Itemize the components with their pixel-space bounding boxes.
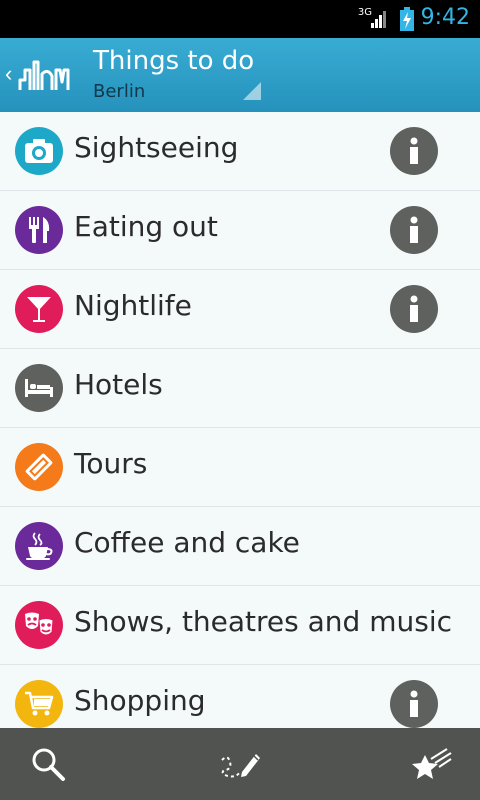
list-item-shows-theatres-music[interactable]: Shows, theatres and music [0, 586, 480, 665]
network-type: 3G [357, 7, 372, 18]
search-icon [32, 748, 65, 781]
bed-icon [15, 364, 63, 412]
shopping-cart-icon [15, 680, 63, 728]
info-button[interactable] [390, 206, 438, 254]
category-list: Sightseeing Eating out Nightlife Hotels … [0, 112, 480, 728]
list-item-label: Shopping [74, 684, 206, 717]
home-up-button[interactable]: ‹ [0, 38, 80, 112]
list-item-label: Sightseeing [74, 131, 239, 164]
favorites-stars-icon [412, 748, 452, 779]
info-icon [410, 690, 418, 717]
favorites-button[interactable] [410, 742, 454, 786]
search-button[interactable] [26, 742, 70, 786]
city-selector[interactable]: Things to do Berlin [86, 38, 266, 112]
city-subtitle: Berlin [93, 81, 146, 102]
list-item-tours[interactable]: Tours [0, 428, 480, 507]
route-planner-button[interactable] [218, 742, 262, 786]
info-button[interactable] [390, 680, 438, 728]
route-pencil-icon [221, 754, 260, 778]
signal-icon [371, 11, 386, 28]
list-item-coffee-and-cake[interactable]: Coffee and cake [0, 507, 480, 586]
action-bar: ‹ Things to do Berlin [0, 38, 480, 112]
coffee-cup-icon [15, 522, 63, 570]
info-button[interactable] [390, 285, 438, 333]
list-item-label: Coffee and cake [74, 526, 300, 559]
info-button[interactable] [390, 127, 438, 175]
info-icon [410, 216, 418, 243]
list-item-label: Nightlife [74, 289, 192, 322]
theatre-masks-icon [15, 601, 63, 649]
list-item-nightlife[interactable]: Nightlife [0, 270, 480, 349]
list-item-sightseeing[interactable]: Sightseeing [0, 112, 480, 191]
ticket-icon [15, 443, 63, 491]
page-title: Things to do [93, 46, 255, 76]
list-item-eating-out[interactable]: Eating out [0, 191, 480, 270]
info-icon [410, 137, 418, 164]
status-bar: 3G 9:42 [0, 0, 480, 38]
back-chevron-icon: ‹ [5, 61, 13, 86]
list-item-label: Tours [74, 447, 148, 480]
list-item-hotels[interactable]: Hotels [0, 349, 480, 428]
list-item-label: Eating out [74, 210, 218, 243]
dropdown-indicator-icon [243, 82, 261, 100]
cocktail-icon [15, 285, 63, 333]
clock: 9:42 [420, 5, 470, 30]
info-icon [410, 295, 418, 322]
list-item-label: Shows, theatres and music [74, 605, 452, 638]
bottom-toolbar [0, 728, 480, 800]
battery-charging-icon [400, 7, 414, 31]
list-item-label: Hotels [74, 368, 163, 401]
list-item-shopping[interactable]: Shopping [0, 665, 480, 728]
app-logo-icon [18, 60, 70, 90]
fork-knife-icon [15, 206, 63, 254]
camera-icon [15, 127, 63, 175]
